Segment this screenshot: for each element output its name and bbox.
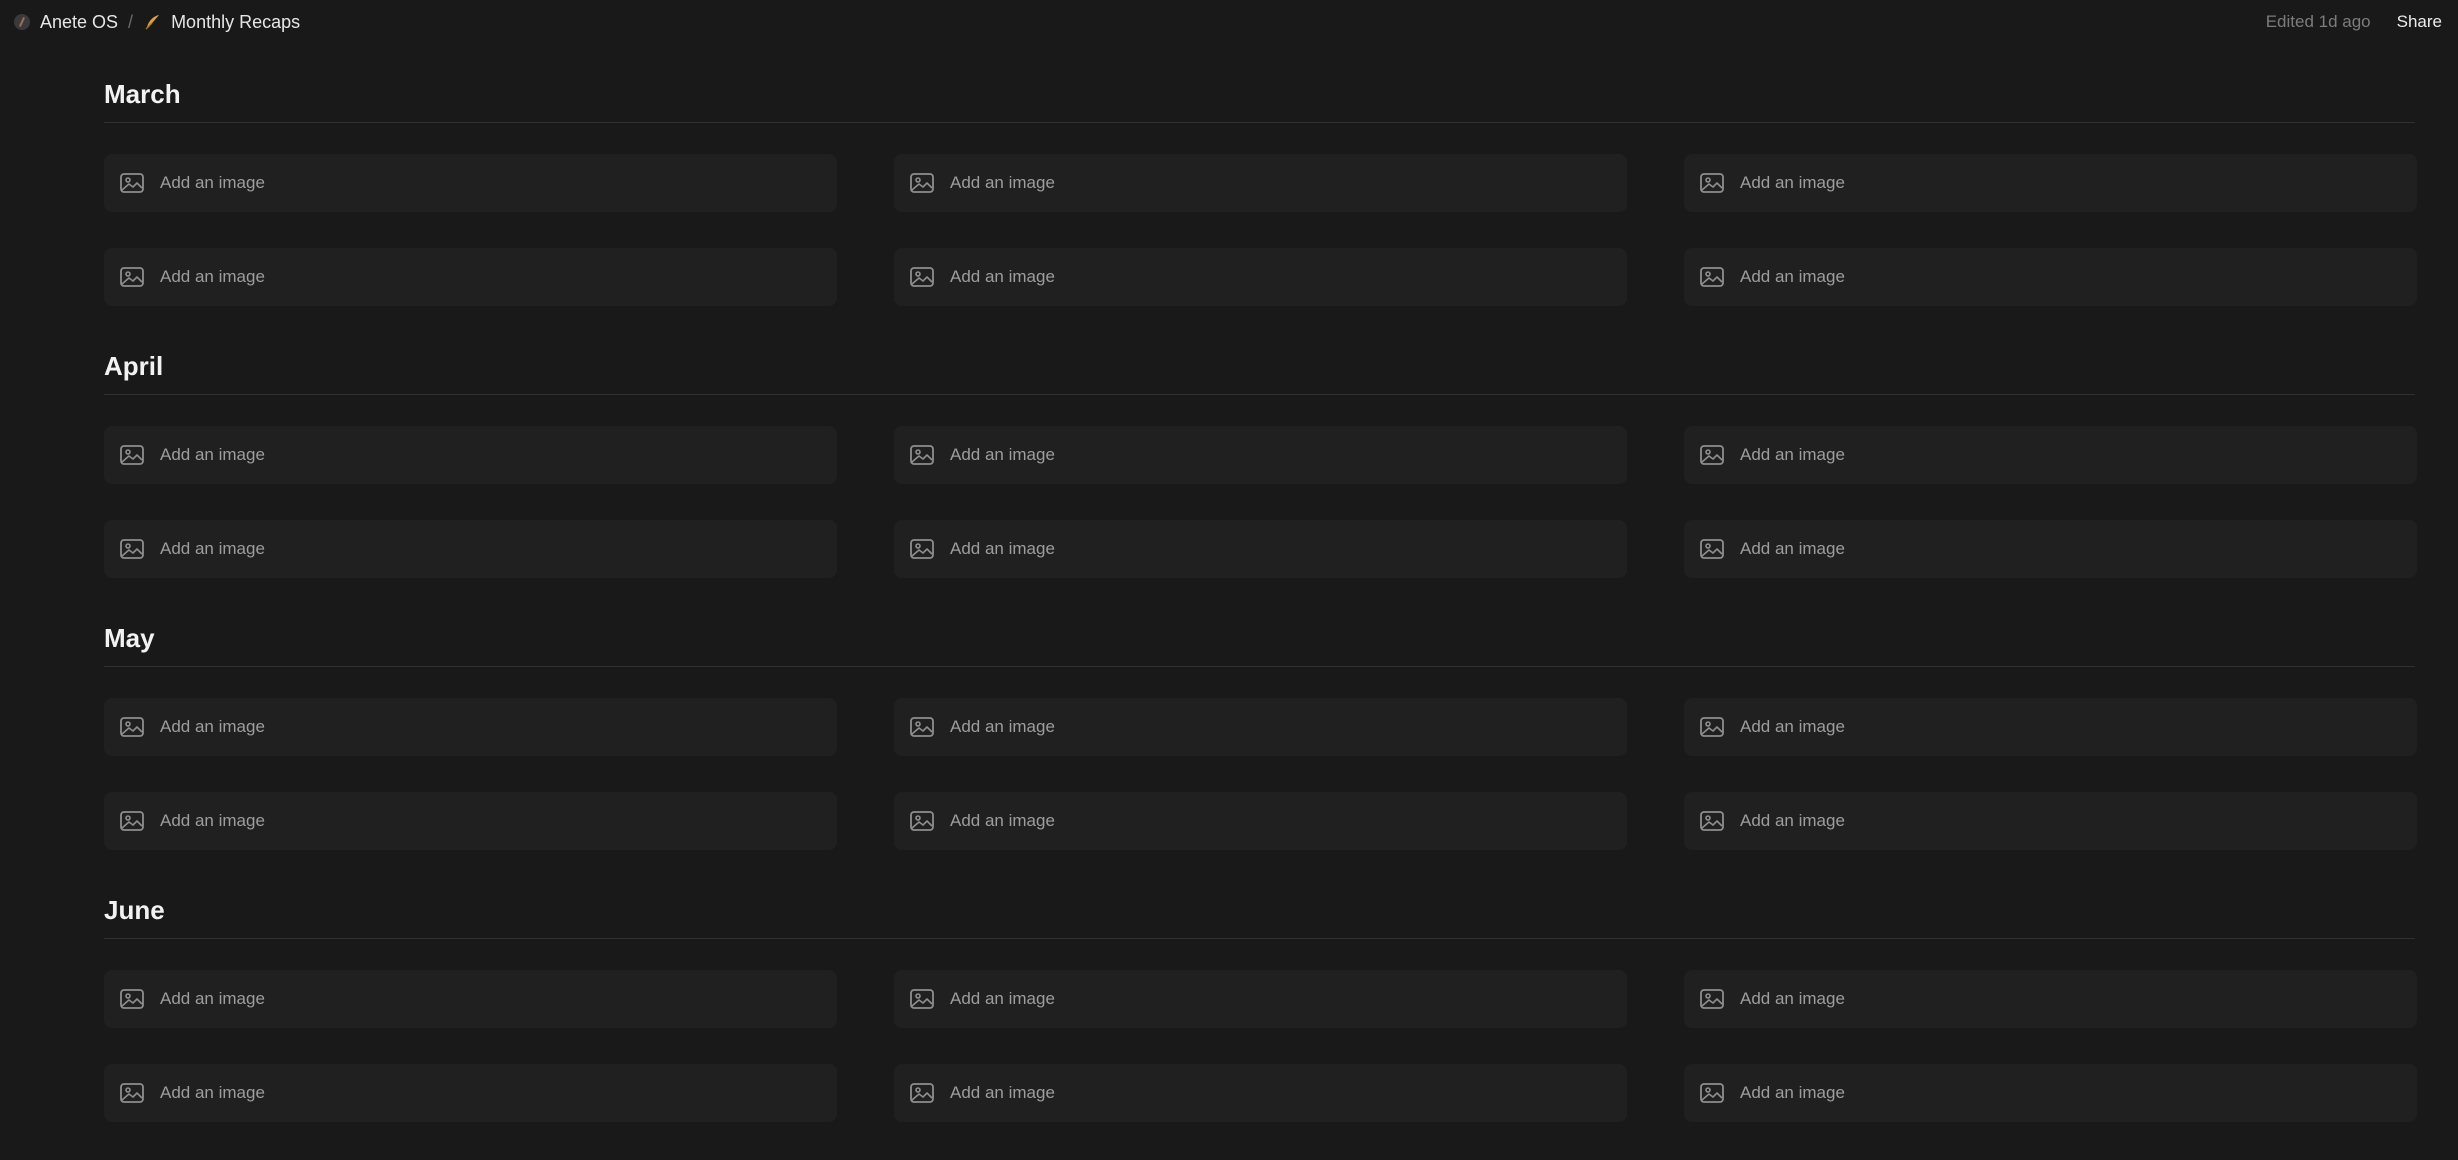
add-image-tile[interactable]: Add an image	[104, 698, 837, 756]
month-heading: May	[104, 623, 155, 653]
image-icon	[120, 811, 144, 831]
add-image-tile[interactable]: Add an image	[1684, 154, 2417, 212]
add-image-label: Add an image	[160, 539, 265, 558]
add-image-label: Add an image	[1740, 989, 1845, 1008]
add-image-label: Add an image	[950, 539, 1055, 558]
share-button[interactable]: Share	[2397, 12, 2442, 32]
add-image-tile[interactable]: Add an image	[1684, 426, 2417, 484]
image-icon	[1700, 445, 1724, 465]
add-image-tile[interactable]: Add an image	[1684, 970, 2417, 1028]
add-image-label: Add an image	[160, 989, 265, 1008]
month-section: March Add an image Add an image Add an imag…	[104, 72, 2417, 344]
add-image-label: Add an image	[950, 811, 1055, 830]
month-section: May Add an image Add an image Add an image A…	[104, 616, 2417, 888]
breadcrumb: Anete OS / Monthly Recaps	[14, 10, 300, 34]
image-icon	[910, 1083, 934, 1103]
add-image-tile[interactable]: Add an image	[894, 1064, 1627, 1122]
add-image-label: Add an image	[1740, 445, 1845, 464]
top-actions: Edited 1d ago Share	[2266, 10, 2442, 34]
divider	[104, 122, 2415, 123]
add-image-label: Add an image	[1740, 539, 1845, 558]
add-image-tile[interactable]: Add an image	[1684, 248, 2417, 306]
add-image-label: Add an image	[950, 717, 1055, 736]
divider	[104, 938, 2415, 939]
add-image-label: Add an image	[1740, 173, 1845, 192]
add-image-label: Add an image	[160, 267, 265, 286]
add-image-label: Add an image	[1740, 1083, 1845, 1102]
add-image-label: Add an image	[950, 1083, 1055, 1102]
image-icon	[910, 989, 934, 1009]
add-image-tile[interactable]: Add an image	[894, 248, 1627, 306]
add-image-tile[interactable]: Add an image	[894, 426, 1627, 484]
month-heading: April	[104, 351, 164, 381]
add-image-tile[interactable]: Add an image	[104, 248, 837, 306]
add-image-tile[interactable]: Add an image	[1684, 792, 2417, 850]
image-icon	[1700, 717, 1724, 737]
add-image-label: Add an image	[1740, 811, 1845, 830]
image-icon	[910, 811, 934, 831]
page-content: March Add an image Add an image Add an imag…	[104, 72, 2417, 1160]
add-image-label: Add an image	[950, 445, 1055, 464]
image-icon	[1700, 173, 1724, 193]
add-image-tile[interactable]: Add an image	[104, 154, 837, 212]
breadcrumb-workspace[interactable]: Anete OS	[40, 12, 118, 33]
add-image-tile[interactable]: Add an image	[104, 1064, 837, 1122]
add-image-tile[interactable]: Add an image	[104, 426, 837, 484]
add-image-label: Add an image	[160, 445, 265, 464]
breadcrumb-separator: /	[128, 11, 134, 32]
image-icon	[120, 989, 144, 1009]
add-image-label: Add an image	[1740, 267, 1845, 286]
add-image-tile[interactable]: Add an image	[104, 520, 837, 578]
breadcrumb-page[interactable]: Monthly Recaps	[171, 12, 300, 33]
image-icon	[910, 267, 934, 287]
feather-icon	[145, 15, 160, 30]
image-icon	[910, 173, 934, 193]
add-image-tile[interactable]: Add an image	[104, 792, 837, 850]
image-icon	[1700, 811, 1724, 831]
add-image-tile[interactable]: Add an image	[894, 520, 1627, 578]
image-icon	[1700, 539, 1724, 559]
compass-icon	[14, 14, 30, 30]
edited-status: Edited 1d ago	[2265, 12, 2371, 31]
image-icon	[1700, 267, 1724, 287]
add-image-label: Add an image	[160, 173, 265, 192]
image-icon	[910, 445, 934, 465]
month-section: April Add an image Add an image Add an imag…	[104, 344, 2417, 616]
add-image-tile[interactable]: Add an image	[1684, 1064, 2417, 1122]
add-image-label: Add an image	[1740, 717, 1845, 736]
image-icon	[910, 717, 934, 737]
add-image-label: Add an image	[160, 717, 265, 736]
top-bar: Anete OS / Monthly Recaps Edited 1d ago …	[0, 0, 2458, 44]
image-icon	[1700, 989, 1724, 1009]
image-icon	[120, 539, 144, 559]
add-image-tile[interactable]: Add an image	[104, 970, 837, 1028]
divider	[104, 666, 2415, 667]
add-image-tile[interactable]: Add an image	[1684, 520, 2417, 578]
add-image-tile[interactable]: Add an image	[894, 698, 1627, 756]
month-heading: June	[104, 895, 165, 925]
add-image-label: Add an image	[160, 1083, 265, 1102]
image-icon	[120, 173, 144, 193]
month-heading: March	[104, 79, 181, 109]
add-image-label: Add an image	[950, 989, 1055, 1008]
image-icon	[910, 539, 934, 559]
image-icon	[1700, 1083, 1724, 1103]
add-image-label: Add an image	[950, 267, 1055, 286]
add-image-tile[interactable]: Add an image	[1684, 698, 2417, 756]
add-image-tile[interactable]: Add an image	[894, 970, 1627, 1028]
image-icon	[120, 1083, 144, 1103]
add-image-tile[interactable]: Add an image	[894, 154, 1627, 212]
month-section: June Add an image Add an image Add an image…	[104, 888, 2417, 1160]
divider	[104, 394, 2415, 395]
add-image-label: Add an image	[950, 173, 1055, 192]
add-image-label: Add an image	[160, 811, 265, 830]
add-image-tile[interactable]: Add an image	[894, 792, 1627, 850]
image-icon	[120, 445, 144, 465]
image-icon	[120, 267, 144, 287]
image-icon	[120, 717, 144, 737]
